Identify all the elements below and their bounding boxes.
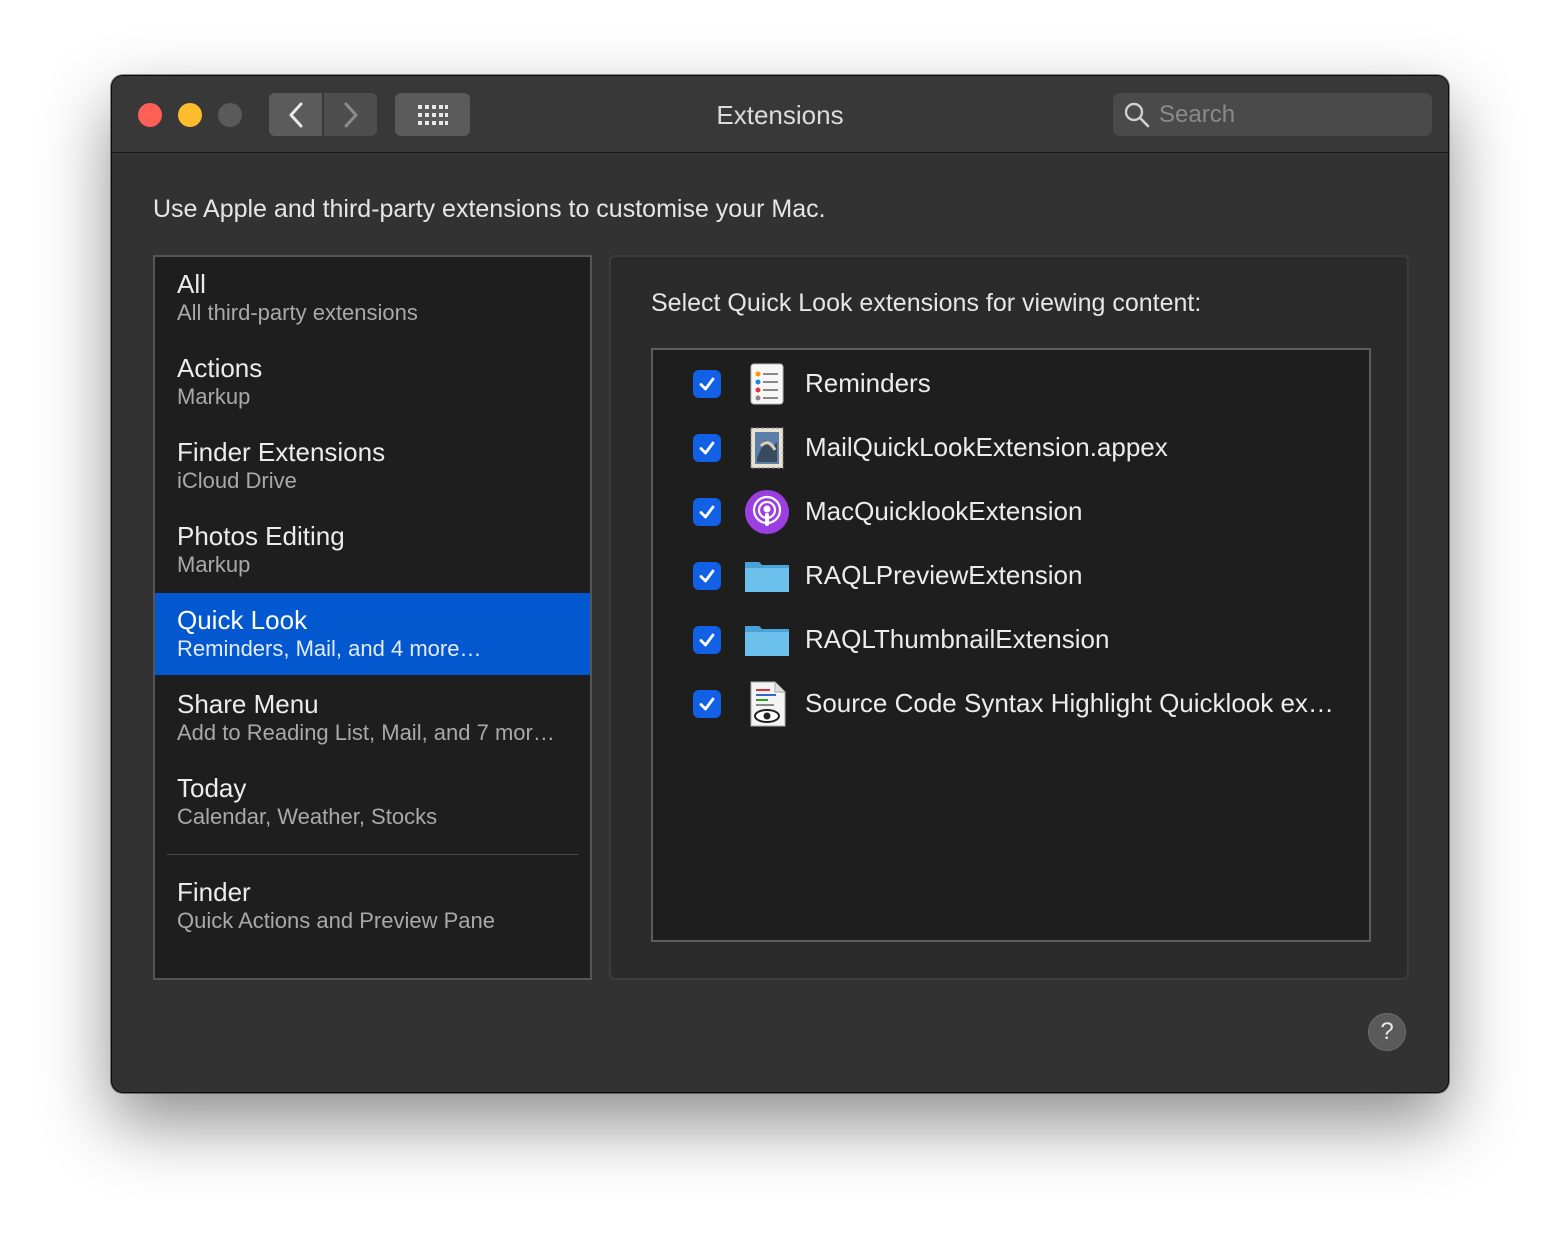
list-item: Source Code Syntax Highlight Quicklook e… [653,672,1369,736]
extension-checkbox[interactable] [693,562,721,590]
extension-checkbox[interactable] [693,370,721,398]
sidebar-item-title: Finder [177,877,251,907]
list-item: Reminders [653,352,1369,416]
checkmark-icon [699,441,715,455]
sidebar-item-subtitle: Add to Reading List, Mail, and 7 mor… [177,720,555,745]
sidebar-item-title: Actions [177,353,263,383]
sidebar-item-finder[interactable]: Finder Quick Actions and Preview Pane [155,865,590,947]
reminders-icon [750,363,784,405]
extension-name: MailQuickLookExtension.appex [805,432,1168,462]
sidebar-item-title: All [177,269,206,299]
sidebar-item-subtitle: iCloud Drive [177,468,297,493]
sidebar-item-title: Photos Editing [177,521,345,551]
sidebar-item-title: Quick Look [177,605,308,635]
folder-icon [745,626,789,656]
checkmark-icon [699,377,715,391]
panel-heading: Select Quick Look extensions for viewing… [651,289,1202,317]
extension-detail-panel: Select Quick Look extensions for viewing… [609,255,1409,980]
extension-name: MacQuicklookExtension [805,496,1083,526]
search-icon [1124,102,1150,127]
sidebar-item-title: Share Menu [177,689,319,719]
search-field[interactable] [1113,93,1432,136]
list-item: RAQLPreviewExtension [653,544,1369,608]
checkmark-icon [699,697,715,711]
list-item: MailQuickLookExtension.appex [653,416,1369,480]
title-bar: Extensions [112,76,1448,153]
checkmark-icon [699,569,715,583]
sidebar-item-finder-extensions[interactable]: Finder Extensions iCloud Drive [155,425,590,507]
extension-list: Reminders MailQuickLookExtension.appex M… [651,348,1371,942]
extension-name: RAQLPreviewExtension [805,560,1083,590]
extension-checkbox[interactable] [693,434,721,462]
list-item: MacQuicklookExtension [653,480,1369,544]
sidebar-item-share-menu[interactable]: Share Menu Add to Reading List, Mail, an… [155,677,590,759]
extension-checkbox[interactable] [693,690,721,718]
sidebar-item-today[interactable]: Today Calendar, Weather, Stocks [155,761,590,843]
sidebar-item-subtitle: Quick Actions and Preview Pane [177,908,495,933]
search-input[interactable] [1159,100,1409,129]
list-item: RAQLThumbnailExtension [653,608,1369,672]
intro-text: Use Apple and third-party extensions to … [153,195,826,223]
mail-stamp-icon [750,427,784,469]
sidebar-divider [167,854,578,855]
checkmark-icon [699,633,715,647]
checkmark-icon [699,505,715,519]
extension-name: RAQLThumbnailExtension [805,624,1110,654]
sidebar-item-subtitle: Markup [177,552,251,577]
folder-icon [745,562,789,592]
preferences-window: Extensions Use Apple and third-party ext… [111,75,1449,1093]
help-button[interactable]: ? [1368,1013,1406,1051]
source-code-document-icon [750,681,786,727]
podcasts-icon [745,490,789,534]
sidebar-item-subtitle: Calendar, Weather, Stocks [177,804,438,829]
extension-category-list: All All third-party extensions Actions M… [153,255,592,980]
sidebar-item-subtitle: Reminders, Mail, and 4 more… [177,636,482,661]
sidebar-item-subtitle: Markup [177,384,251,409]
sidebar-item-title: Finder Extensions [177,437,386,467]
extension-name: Reminders [805,368,931,398]
sidebar-item-all[interactable]: All All third-party extensions [155,257,590,339]
sidebar-item-quick-look[interactable]: Quick Look Reminders, Mail, and 4 more… [155,593,590,675]
sidebar-item-title: Today [177,773,247,803]
sidebar-item-photos-editing[interactable]: Photos Editing Markup [155,509,590,591]
extension-checkbox[interactable] [693,626,721,654]
extension-checkbox[interactable] [693,498,721,526]
sidebar-item-actions[interactable]: Actions Markup [155,341,590,423]
sidebar-item-subtitle: All third-party extensions [177,300,418,325]
extension-name: Source Code Syntax Highlight Quicklook e… [805,688,1334,718]
